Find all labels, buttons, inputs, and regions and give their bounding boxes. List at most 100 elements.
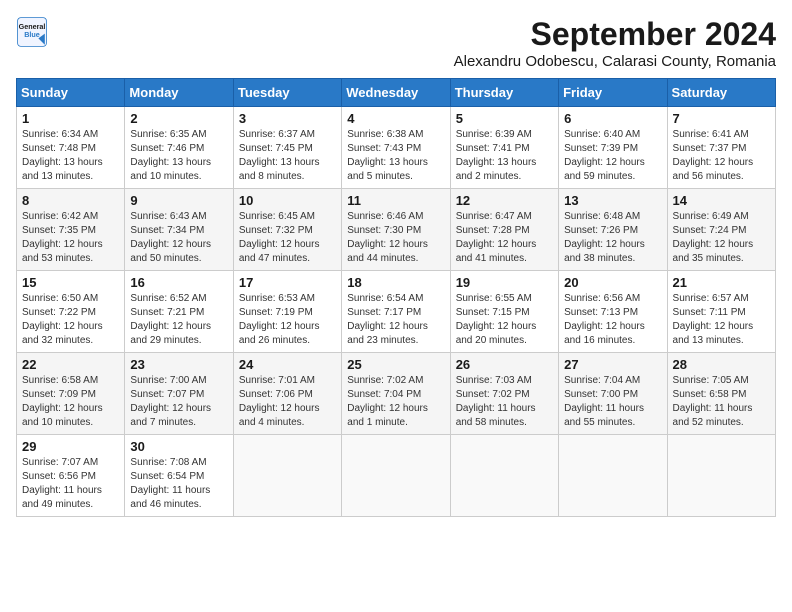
- day-info: Sunrise: 6:37 AMSunset: 7:45 PMDaylight:…: [239, 128, 336, 184]
- page-container: General Blue September 2024 Alexandru Od…: [16, 16, 776, 517]
- day-number: 17: [239, 275, 336, 290]
- day-info: Sunrise: 6:46 AMSunset: 7:30 PMDaylight:…: [347, 210, 444, 266]
- day-info: Sunrise: 7:08 AMSunset: 6:54 PMDaylight:…: [130, 456, 227, 512]
- title-block: September 2024 Alexandru Odobescu, Calar…: [454, 16, 776, 70]
- table-cell: 8Sunrise: 6:42 AMSunset: 7:35 PMDaylight…: [17, 189, 125, 271]
- table-cell: 19 Sunrise: 6:55 AMSunset: 7:15 PMDayligh…: [450, 271, 558, 353]
- day-info: Sunrise: 7:05 AMSunset: 6:58 PMDaylight:…: [673, 374, 770, 430]
- col-friday: Friday: [559, 79, 667, 107]
- page-title: September 2024: [454, 16, 776, 53]
- day-info: Sunrise: 6:42 AMSunset: 7:35 PMDaylight:…: [22, 210, 119, 266]
- week-row-3: 15 Sunrise: 6:50 AMSunset: 7:22 PMDayligh…: [17, 271, 776, 353]
- day-info: Sunrise: 6:56 AMSunset: 7:13 PMDaylight:…: [564, 292, 661, 348]
- day-number: 16: [130, 275, 227, 290]
- day-number: 26: [456, 357, 553, 372]
- day-info: Sunrise: 6:58 AMSunset: 7:09 PMDaylight:…: [22, 374, 119, 430]
- day-info: Sunrise: 6:47 AMSunset: 7:28 PMDaylight:…: [456, 210, 553, 266]
- table-cell: 13Sunrise: 6:48 AMSunset: 7:26 PMDayligh…: [559, 189, 667, 271]
- col-wednesday: Wednesday: [342, 79, 450, 107]
- day-info: Sunrise: 6:39 AMSunset: 7:41 PMDaylight:…: [456, 128, 553, 184]
- day-info: Sunrise: 6:40 AMSunset: 7:39 PMDaylight:…: [564, 128, 661, 184]
- header: General Blue September 2024 Alexandru Od…: [16, 16, 776, 70]
- col-saturday: Saturday: [667, 79, 775, 107]
- table-cell: 26 Sunrise: 7:03 AMSunset: 7:02 PMDayligh…: [450, 353, 558, 435]
- day-number: 7: [673, 111, 770, 126]
- day-number: 10: [239, 193, 336, 208]
- day-info: Sunrise: 7:07 AMSunset: 6:56 PMDaylight:…: [22, 456, 119, 512]
- day-info: Sunrise: 6:53 AMSunset: 7:19 PMDaylight:…: [239, 292, 336, 348]
- day-number: 29: [22, 439, 119, 454]
- subtitle: Alexandru Odobescu, Calarasi County, Rom…: [454, 53, 776, 70]
- day-number: 21: [673, 275, 770, 290]
- table-cell: 21 Sunrise: 6:57 AMSunset: 7:11 PMDayligh…: [667, 271, 775, 353]
- table-cell: 24 Sunrise: 7:01 AMSunset: 7:06 PMDayligh…: [233, 353, 341, 435]
- day-info: Sunrise: 6:55 AMSunset: 7:15 PMDaylight:…: [456, 292, 553, 348]
- col-tuesday: Tuesday: [233, 79, 341, 107]
- table-cell: 2 Sunrise: 6:35 AMSunset: 7:46 PMDaylight…: [125, 107, 233, 189]
- table-cell: 6 Sunrise: 6:40 AMSunset: 7:39 PMDaylight…: [559, 107, 667, 189]
- table-cell: 3 Sunrise: 6:37 AMSunset: 7:45 PMDaylight…: [233, 107, 341, 189]
- table-cell: 30Sunrise: 7:08 AMSunset: 6:54 PMDayligh…: [125, 435, 233, 517]
- table-cell: [667, 435, 775, 517]
- day-info: Sunrise: 6:50 AMSunset: 7:22 PMDaylight:…: [22, 292, 119, 348]
- table-cell: 25 Sunrise: 7:02 AMSunset: 7:04 PMDayligh…: [342, 353, 450, 435]
- day-number: 9: [130, 193, 227, 208]
- day-info: Sunrise: 6:35 AMSunset: 7:46 PMDaylight:…: [130, 128, 227, 184]
- table-cell: [559, 435, 667, 517]
- table-cell: [342, 435, 450, 517]
- table-cell: 7 Sunrise: 6:41 AMSunset: 7:37 PMDaylight…: [667, 107, 775, 189]
- day-info: Sunrise: 6:57 AMSunset: 7:11 PMDaylight:…: [673, 292, 770, 348]
- table-cell: 18Sunrise: 6:54 AMSunset: 7:17 PMDayligh…: [342, 271, 450, 353]
- table-cell: 28Sunrise: 7:05 AMSunset: 6:58 PMDayligh…: [667, 353, 775, 435]
- table-cell: 16 Sunrise: 6:52 AMSunset: 7:21 PMDayligh…: [125, 271, 233, 353]
- col-monday: Monday: [125, 79, 233, 107]
- day-number: 13: [564, 193, 661, 208]
- logo: General Blue: [16, 16, 48, 48]
- day-info: Sunrise: 7:02 AMSunset: 7:04 PMDaylight:…: [347, 374, 444, 430]
- week-row-4: 22 Sunrise: 6:58 AMSunset: 7:09 PMDayligh…: [17, 353, 776, 435]
- week-row-1: 1Sunrise: 6:34 AMSunset: 7:48 PMDaylight…: [17, 107, 776, 189]
- day-number: 4: [347, 111, 444, 126]
- day-info: Sunrise: 6:54 AMSunset: 7:17 PMDaylight:…: [347, 292, 444, 348]
- day-info: Sunrise: 7:00 AMSunset: 7:07 PMDaylight:…: [130, 374, 227, 430]
- table-cell: 15 Sunrise: 6:50 AMSunset: 7:22 PMDayligh…: [17, 271, 125, 353]
- week-row-5: 29 Sunrise: 7:07 AMSunset: 6:56 PMDayligh…: [17, 435, 776, 517]
- table-cell: 1Sunrise: 6:34 AMSunset: 7:48 PMDaylight…: [17, 107, 125, 189]
- day-number: 11: [347, 193, 444, 208]
- day-number: 22: [22, 357, 119, 372]
- day-number: 23: [130, 357, 227, 372]
- table-cell: 5 Sunrise: 6:39 AMSunset: 7:41 PMDaylight…: [450, 107, 558, 189]
- day-number: 14: [673, 193, 770, 208]
- day-number: 25: [347, 357, 444, 372]
- table-cell: 27Sunrise: 7:04 AMSunset: 7:00 PMDayligh…: [559, 353, 667, 435]
- day-number: 2: [130, 111, 227, 126]
- table-cell: 9Sunrise: 6:43 AMSunset: 7:34 PMDaylight…: [125, 189, 233, 271]
- table-cell: 12Sunrise: 6:47 AMSunset: 7:28 PMDayligh…: [450, 189, 558, 271]
- day-number: 19: [456, 275, 553, 290]
- day-number: 5: [456, 111, 553, 126]
- day-number: 3: [239, 111, 336, 126]
- day-info: Sunrise: 7:03 AMSunset: 7:02 PMDaylight:…: [456, 374, 553, 430]
- day-info: Sunrise: 6:49 AMSunset: 7:24 PMDaylight:…: [673, 210, 770, 266]
- col-sunday: Sunday: [17, 79, 125, 107]
- table-cell: 17 Sunrise: 6:53 AMSunset: 7:19 PMDayligh…: [233, 271, 341, 353]
- table-cell: [450, 435, 558, 517]
- col-thursday: Thursday: [450, 79, 558, 107]
- week-row-2: 8Sunrise: 6:42 AMSunset: 7:35 PMDaylight…: [17, 189, 776, 271]
- calendar-table: Sunday Monday Tuesday Wednesday Thursday…: [16, 78, 776, 517]
- logo-icon: General Blue: [16, 16, 48, 48]
- table-cell: 14 Sunrise: 6:49 AMSunset: 7:24 PMDayligh…: [667, 189, 775, 271]
- day-number: 6: [564, 111, 661, 126]
- day-info: Sunrise: 6:45 AMSunset: 7:32 PMDaylight:…: [239, 210, 336, 266]
- table-cell: 10 Sunrise: 6:45 AMSunset: 7:32 PMDayligh…: [233, 189, 341, 271]
- day-info: Sunrise: 6:41 AMSunset: 7:37 PMDaylight:…: [673, 128, 770, 184]
- day-info: Sunrise: 6:52 AMSunset: 7:21 PMDaylight:…: [130, 292, 227, 348]
- table-cell: 20Sunrise: 6:56 AMSunset: 7:13 PMDayligh…: [559, 271, 667, 353]
- day-info: Sunrise: 7:01 AMSunset: 7:06 PMDaylight:…: [239, 374, 336, 430]
- day-number: 1: [22, 111, 119, 126]
- calendar-body: 1Sunrise: 6:34 AMSunset: 7:48 PMDaylight…: [17, 107, 776, 517]
- day-info: Sunrise: 7:04 AMSunset: 7:00 PMDaylight:…: [564, 374, 661, 430]
- table-cell: 29 Sunrise: 7:07 AMSunset: 6:56 PMDayligh…: [17, 435, 125, 517]
- day-number: 15: [22, 275, 119, 290]
- day-number: 24: [239, 357, 336, 372]
